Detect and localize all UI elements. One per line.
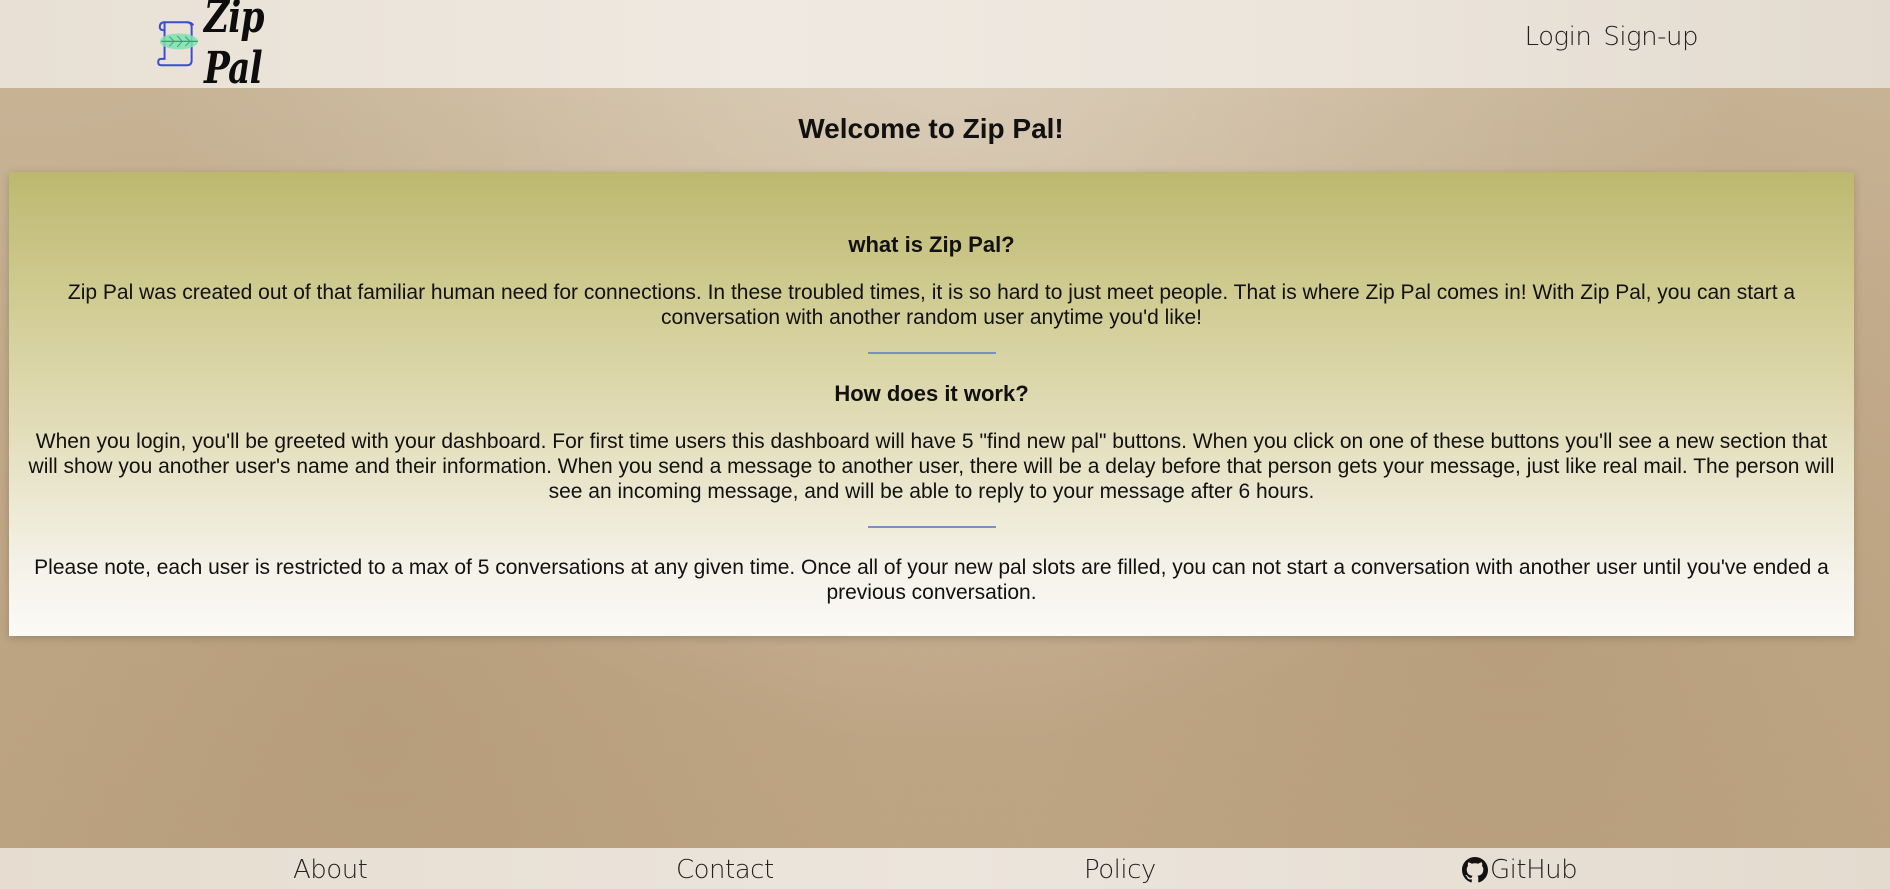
login-link[interactable]: Login xyxy=(1525,22,1592,52)
divider xyxy=(867,526,996,528)
section-text-what: Zip Pal was created out of that familiar… xyxy=(67,281,1796,329)
footer-about-link[interactable]: About xyxy=(293,855,368,885)
scroll-leaf-icon xyxy=(157,21,199,67)
footer-contact-link[interactable]: Contact xyxy=(676,855,774,885)
github-label: GitHub xyxy=(1490,855,1578,885)
page-title: Welcome to Zip Pal! xyxy=(798,113,1064,144)
footer-github-link[interactable]: GitHub xyxy=(1462,855,1578,885)
note-text: Please note, each user is restricted to … xyxy=(34,556,1829,604)
footer-policy-link[interactable]: Policy xyxy=(1084,855,1156,885)
github-icon xyxy=(1462,857,1488,883)
section-heading-what: what is Zip Pal? xyxy=(848,232,1015,257)
logo-text: Zip Pal xyxy=(203,0,265,94)
logo-link[interactable]: Zip Pal xyxy=(155,0,335,94)
auth-links: Login Sign-up xyxy=(1525,22,1699,52)
divider xyxy=(867,352,996,354)
site-footer: About Contact Policy GitHub xyxy=(0,848,1890,889)
info-panel: what is Zip Pal? Zip Pal was created out… xyxy=(9,172,1854,636)
section-text-how: When you login, you'll be greeted with y… xyxy=(28,430,1835,503)
signup-link[interactable]: Sign-up xyxy=(1603,22,1698,52)
site-header: Zip Pal Login Sign-up xyxy=(0,0,1890,94)
section-heading-how: How does it work? xyxy=(834,381,1029,406)
